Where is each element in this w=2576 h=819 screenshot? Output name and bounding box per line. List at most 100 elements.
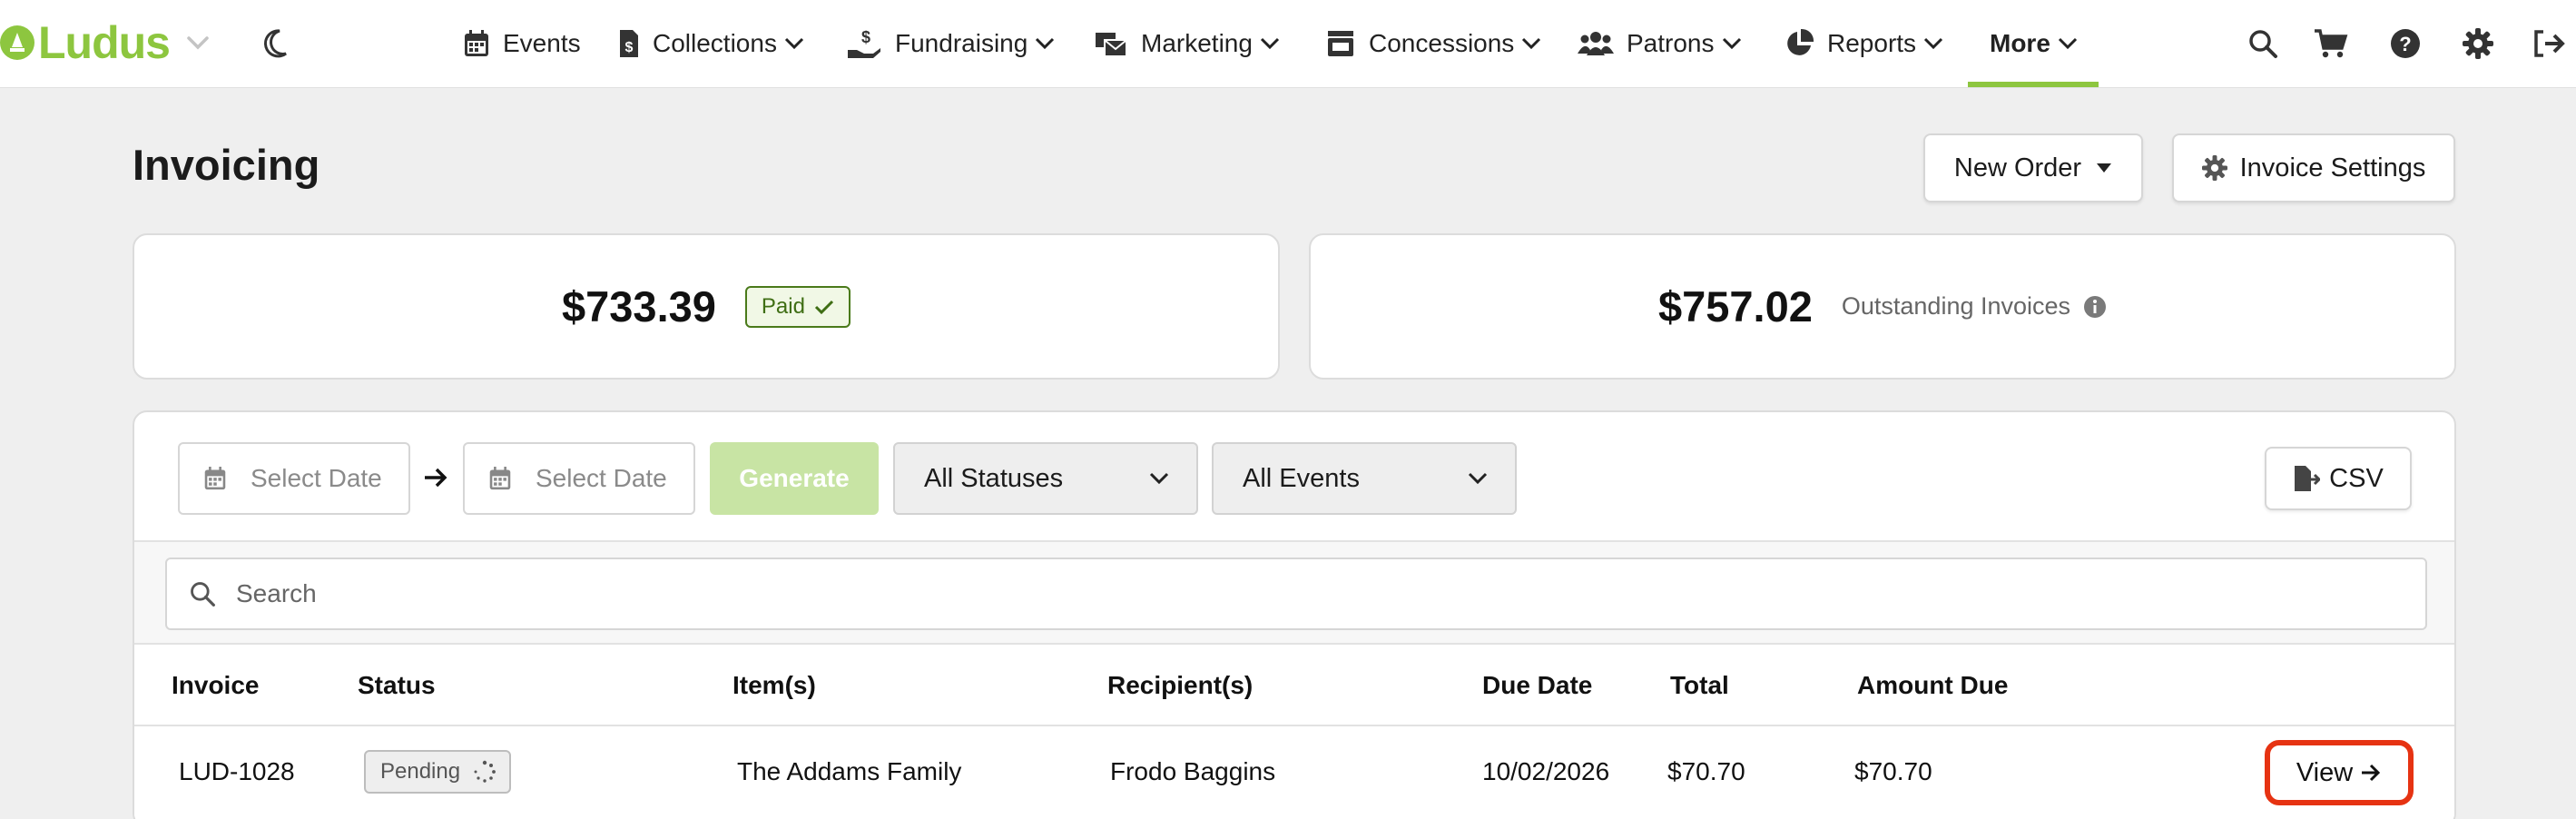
generate-button[interactable]: Generate — [710, 442, 879, 515]
column-header-amount-due[interactable]: Amount Due — [1857, 645, 2008, 726]
paid-summary-card: $733.39 Paid — [133, 233, 1280, 380]
file-dollar-icon: $ — [620, 30, 638, 57]
new-order-button[interactable]: New Order — [1923, 133, 2143, 202]
column-header-due-date[interactable]: Due Date — [1482, 645, 1592, 726]
table-header: Invoice Status Item(s) Recipient(s) Due … — [134, 645, 2454, 726]
arrow-right-icon — [2362, 764, 2381, 782]
help-icon[interactable]: ? — [2387, 25, 2424, 62]
nav-item-concessions[interactable]: Concessions — [1325, 18, 1541, 69]
filter-bar: Select Date Select Date Generate All Sta… — [134, 412, 2454, 542]
brand-logo[interactable]: Ludus — [0, 15, 210, 70]
paid-badge-label: Paid — [761, 293, 805, 319]
status-badge: Pending — [364, 750, 512, 794]
end-date-placeholder: Select Date — [536, 464, 667, 492]
invoice-number: LUD-1028 — [179, 757, 295, 785]
chevron-down-icon — [1522, 37, 1541, 50]
column-header-recipients[interactable]: Recipient(s) — [1107, 645, 1253, 726]
chevron-down-icon — [1468, 472, 1488, 485]
calendar-icon — [204, 467, 226, 490]
invoice-settings-label: Invoice Settings — [2239, 153, 2426, 183]
csv-export-button[interactable]: CSV — [2265, 447, 2412, 510]
active-nav-indicator — [1968, 82, 2099, 87]
nav-item-collections[interactable]: $ Collections — [618, 18, 804, 69]
column-header-invoice[interactable]: Invoice — [172, 645, 259, 726]
events-select[interactable]: All Events — [1212, 442, 1517, 515]
status-select[interactable]: All Statuses — [893, 442, 1198, 515]
nav-label: More — [1990, 29, 2050, 57]
column-header-status[interactable]: Status — [358, 645, 436, 726]
gear-icon — [2201, 155, 2227, 181]
moon-icon[interactable] — [257, 25, 293, 62]
total-cell: $70.70 — [1667, 757, 1745, 785]
chevron-down-icon — [2058, 37, 2077, 50]
invoice-settings-button[interactable]: Invoice Settings — [2172, 133, 2455, 202]
spinner-icon — [474, 760, 496, 783]
status-cell: Pending — [364, 726, 512, 817]
view-label: View — [2296, 757, 2354, 787]
column-header-total[interactable]: Total — [1670, 645, 1729, 726]
hand-dollar-icon: $ — [848, 28, 880, 58]
nav-label: Fundraising — [895, 29, 1028, 57]
caret-down-icon — [2097, 163, 2112, 173]
logout-icon[interactable] — [2531, 25, 2567, 62]
chevron-down-icon — [1149, 472, 1169, 485]
store-icon — [1328, 31, 1353, 56]
search-bar — [134, 542, 2454, 645]
column-header-items[interactable]: Item(s) — [732, 645, 816, 726]
search-input[interactable] — [236, 579, 2324, 608]
nav-label: Marketing — [1141, 29, 1253, 57]
status-select-value: All Statuses — [924, 463, 1064, 493]
nav-label: Reports — [1827, 29, 1917, 57]
gear-icon[interactable] — [2460, 25, 2496, 62]
csv-label: CSV — [2329, 463, 2384, 493]
search-field[interactable] — [165, 558, 2427, 630]
outstanding-summary-card: $757.02 Outstanding Invoices — [1309, 233, 2456, 380]
view-invoice-button[interactable]: View — [2265, 740, 2414, 805]
cart-icon[interactable] — [2313, 25, 2349, 62]
table-row[interactable]: LUD-1028 Pending The Addams Family Frodo… — [134, 726, 2454, 817]
nav-label: Patrons — [1627, 29, 1715, 57]
invoices-panel: Select Date Select Date Generate All Sta… — [133, 410, 2456, 819]
chevron-down-icon[interactable] — [186, 35, 210, 50]
due-date-cell: 10/02/2026 — [1482, 757, 1610, 785]
mail-bulk-icon — [1096, 33, 1127, 57]
new-order-label: New Order — [1953, 153, 2082, 183]
outstanding-label: Outstanding Invoices — [1841, 292, 2071, 320]
paid-amount: $733.39 — [562, 282, 716, 331]
file-export-icon — [2295, 466, 2321, 491]
chevron-down-icon — [1260, 37, 1279, 50]
end-date-field[interactable]: Select Date — [463, 442, 695, 515]
search-icon[interactable] — [2245, 25, 2281, 62]
arrow-right-icon — [425, 468, 447, 488]
amount-due-cell: $70.70 — [1854, 757, 1932, 785]
calendar-icon — [489, 467, 511, 490]
ludus-logo-icon — [0, 25, 34, 60]
nav-label: Events — [503, 29, 581, 57]
chevron-down-icon — [1036, 37, 1055, 50]
start-date-field[interactable]: Select Date — [178, 442, 410, 515]
start-date-placeholder: Select Date — [251, 464, 382, 492]
outstanding-amount: $757.02 — [1657, 282, 1813, 331]
nav-item-more[interactable]: More — [1990, 18, 2078, 69]
nav-item-events[interactable]: Events — [463, 18, 581, 69]
chevron-down-icon — [784, 37, 804, 50]
pie-chart-icon — [1787, 28, 1814, 55]
nav-label: Collections — [653, 29, 777, 57]
info-icon[interactable] — [2083, 295, 2107, 319]
nav-item-marketing[interactable]: Marketing — [1094, 18, 1280, 69]
recipient-cell: Frodo Baggins — [1110, 757, 1276, 785]
svg-text:$: $ — [861, 28, 870, 46]
nav-item-fundraising[interactable]: $ Fundraising — [846, 18, 1055, 69]
svg-text:?: ? — [2399, 33, 2411, 55]
search-icon — [191, 582, 215, 607]
nav-item-patrons[interactable]: Patrons — [1578, 18, 1742, 69]
status-badge-label: Pending — [380, 759, 461, 784]
brand-name: Ludus — [38, 17, 171, 68]
paid-badge: Paid — [744, 285, 850, 328]
calendar-icon — [465, 30, 488, 56]
nav-label: Concessions — [1369, 29, 1515, 57]
nav-item-reports[interactable]: Reports — [1784, 18, 1943, 69]
svg-text:$: $ — [625, 40, 634, 55]
items-cell: The Addams Family — [737, 757, 962, 785]
users-icon — [1578, 32, 1614, 55]
